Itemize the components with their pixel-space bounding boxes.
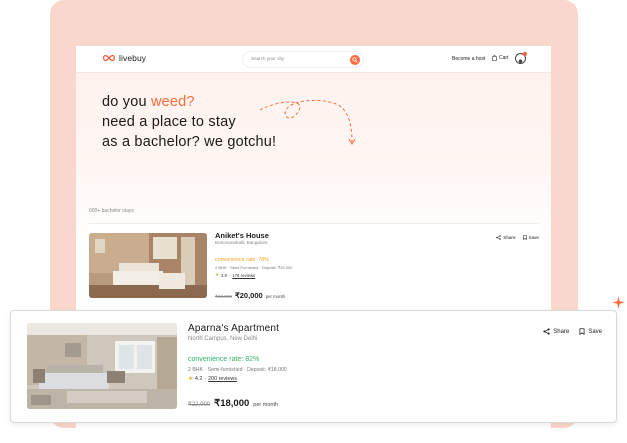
listing-location: North Campus, New Delhi (188, 336, 258, 342)
listing-specs: 2 BHK · Semi-furnished · Deposit: ₹18,00… (188, 367, 287, 373)
star-icon: ★ (215, 272, 219, 277)
listing-count: 600+ bachelor stays (89, 208, 134, 214)
listing-rating: ★ 3.8 · 178 reviews (215, 272, 256, 278)
listing-title[interactable]: Aparna's Apartment (188, 323, 279, 334)
reviews-link[interactable]: 178 reviews (232, 273, 255, 278)
listing-rating: ★ 4.2 · 200 reviews (188, 376, 237, 382)
search-button[interactable] (350, 54, 360, 65)
cart-link[interactable]: Cart (492, 55, 508, 61)
infinity-logo-icon (102, 54, 116, 62)
listing-photo[interactable] (27, 323, 177, 409)
price-period: per month (265, 294, 286, 299)
sparkle-icon (612, 296, 625, 309)
price-period: per month (253, 402, 279, 408)
star-icon: ★ (188, 376, 193, 382)
share-button[interactable]: Share (543, 328, 569, 335)
save-button[interactable]: Save (522, 235, 539, 240)
search-icon (352, 56, 358, 63)
listing-card-highlighted[interactable]: Aparna's Apartment North Campus, New Del… (10, 310, 617, 423)
listing-price: ₹22,000 ₹18,000 per month (188, 398, 278, 409)
become-host-link[interactable]: Become a host (452, 56, 485, 62)
old-price: ₹30,000 (215, 294, 232, 299)
dashed-arrow-decoration (259, 100, 356, 145)
logo[interactable]: livebuy (102, 53, 146, 63)
save-button[interactable]: Save (579, 328, 602, 335)
notification-dot (523, 52, 527, 56)
listing-photo[interactable] (89, 233, 207, 298)
search-bar[interactable]: Search your city (242, 51, 364, 68)
bookmark-icon (522, 235, 527, 240)
bedroom-photo (27, 323, 177, 409)
hero-line-1: do you weed? (102, 94, 195, 110)
hero-line-3: as a bachelor? we gotchu! (102, 134, 277, 150)
bedroom-photo (89, 233, 207, 298)
reviews-link[interactable]: 200 reviews (208, 376, 237, 382)
current-price: ₹18,000 (214, 398, 250, 409)
current-price: ₹20,000 (234, 291, 263, 300)
share-icon (543, 328, 550, 335)
rating-value: 4.2 (194, 376, 203, 382)
listing-actions: Share Save (543, 328, 602, 335)
listing-location: Bommanahalli, Bangalore (215, 240, 268, 245)
convenience-rate: convenience rate: 78% (215, 257, 269, 263)
search-input[interactable]: Search your city (251, 56, 284, 61)
hero-accent-word: weed? (150, 94, 195, 110)
listing-title[interactable]: Aniket's House (215, 231, 269, 240)
rating-value: 3.8 (220, 272, 227, 278)
user-icon (518, 59, 523, 63)
hero-line-2: need a place to stay (102, 114, 236, 130)
convenience-rate: convenience rate: 82% (188, 356, 260, 363)
listing-card[interactable]: Aniket's House Bommanahalli, Bangalore c… (89, 223, 539, 303)
bookmark-icon (579, 328, 585, 335)
navbar: livebuy Search your city Become a host C… (76, 46, 551, 73)
cart-icon (492, 55, 497, 61)
share-button[interactable]: Share (496, 235, 516, 240)
old-price: ₹22,000 (188, 402, 211, 408)
listing-price: ₹30,000 ₹20,000 per month (215, 291, 285, 300)
brand-name: livebuy (119, 53, 147, 63)
listing-actions: Share Save (496, 235, 539, 240)
share-icon (496, 235, 501, 240)
listing-specs: 2 BHK · Semi-Furnished · Deposit: ₹30,00… (215, 265, 293, 270)
hero-heading: do you weed? need a place to stay as a b… (102, 92, 276, 152)
cart-label: Cart (499, 55, 509, 61)
